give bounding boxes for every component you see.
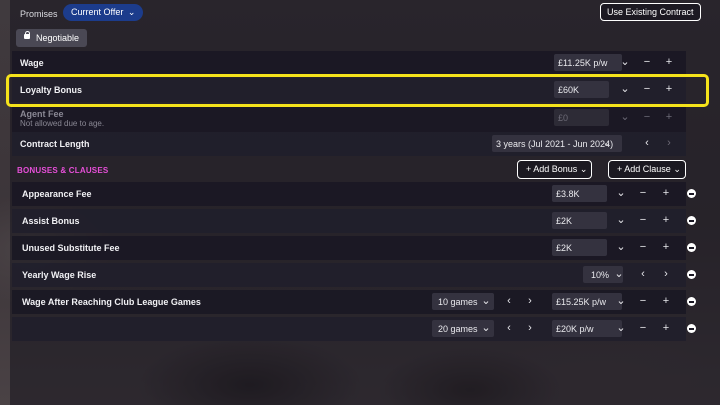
loyalty-decrease-button[interactable]: − xyxy=(638,81,656,98)
agent-fee-note: Not allowed due to age. xyxy=(20,119,105,128)
loyalty-bonus-row: Loyalty Bonus £60K ⌄ − + xyxy=(12,78,686,102)
appearance-fee-increase-button[interactable]: + xyxy=(657,185,675,202)
yearly-wage-rise-row: Yearly Wage Rise 10% ⌄ ‹ › xyxy=(12,263,686,287)
wage-tier-2-decrease-button[interactable]: − xyxy=(634,320,652,337)
wage-tier-1-chevron-icon[interactable]: ⌄ xyxy=(612,293,630,310)
wage-tier-1-value: £15.25K p/w xyxy=(556,297,607,307)
contract-length-prev-button[interactable]: ‹ xyxy=(638,135,656,152)
loyalty-dropdown-chevron-icon[interactable]: ⌄ xyxy=(616,81,634,98)
loyalty-bonus-input[interactable]: £60K xyxy=(554,81,609,98)
chevron-down-icon: ⌄ xyxy=(579,164,588,174)
add-bonus-button[interactable]: + Add Bonus ⌄ xyxy=(517,160,593,179)
appearance-fee-decrease-button[interactable]: − xyxy=(634,185,652,202)
wage-after-games-label: Wage After Reaching Club League Games xyxy=(22,297,201,307)
contract-length-label: Contract Length xyxy=(20,139,90,149)
wage-tier-2-value: £20K p/w xyxy=(556,324,594,334)
remove-unused-sub-fee-icon[interactable] xyxy=(687,243,696,252)
remove-yearly-wage-rise-icon[interactable] xyxy=(687,270,696,279)
games-tier-1-next-button[interactable]: › xyxy=(521,293,539,310)
unused-sub-fee-chevron-icon[interactable]: ⌄ xyxy=(612,239,630,256)
remove-appearance-fee-icon[interactable] xyxy=(687,189,696,198)
chevron-down-icon: ⌄ xyxy=(673,164,681,174)
assist-bonus-label: Assist Bonus xyxy=(22,216,80,226)
remove-wage-tier-2-icon[interactable] xyxy=(687,324,696,333)
agent-fee-chevron-icon: ⌄ xyxy=(620,111,630,123)
wage-dropdown-chevron-icon[interactable]: ⌄ xyxy=(616,54,634,71)
wage-increase-button[interactable]: + xyxy=(660,54,678,71)
assist-bonus-row: Assist Bonus £2K ⌄ − + xyxy=(12,209,686,233)
appearance-fee-value: £3.8K xyxy=(556,189,580,199)
agent-fee-value: £0 xyxy=(558,113,569,123)
loyalty-bonus-label: Loyalty Bonus xyxy=(20,85,83,95)
games-tier-2-prev-button[interactable]: ‹ xyxy=(500,320,518,337)
games-tier-2-chevron-icon[interactable]: ⌄ xyxy=(477,320,495,337)
assist-bonus-chevron-icon[interactable]: ⌄ xyxy=(612,212,630,229)
loyalty-bonus-value: £60K xyxy=(558,85,580,95)
wage-tier-1-decrease-button[interactable]: − xyxy=(634,293,652,310)
yearly-wage-rise-prev-button[interactable]: ‹ xyxy=(634,266,652,283)
unused-sub-fee-value: £2K xyxy=(556,243,573,253)
negotiable-tag[interactable]: Negotiable xyxy=(16,29,88,47)
loyalty-increase-button[interactable]: + xyxy=(660,81,678,98)
wage-row: Wage £11.25K p/w ⌄ − + xyxy=(12,51,686,75)
agent-fee-label: Agent Fee xyxy=(20,109,64,119)
add-clause-button[interactable]: + Add Clause ⌄ xyxy=(608,160,686,179)
games-tier-2-value: 20 games xyxy=(438,324,478,334)
games-tier-1-prev-button[interactable]: ‹ xyxy=(500,293,518,310)
agent-fee-increase-button: + xyxy=(665,111,673,123)
offer-dropdown-label: Current Offer xyxy=(71,7,124,17)
agent-fee-row: Agent Fee Not allowed due to age. £0 ⌄ −… xyxy=(12,106,686,132)
wage-after-games-row: Wage After Reaching Club League Games 10… xyxy=(12,290,686,314)
games-tier-2-next-button[interactable]: › xyxy=(521,320,539,337)
offer-dropdown[interactable]: Current Offer ⌄ xyxy=(63,4,144,21)
appearance-fee-input[interactable]: £3.8K xyxy=(552,185,607,202)
games-tier-1-value: 10 games xyxy=(438,297,478,307)
unused-sub-fee-decrease-button[interactable]: − xyxy=(634,239,652,256)
unused-sub-fee-label: Unused Substitute Fee xyxy=(22,243,120,253)
appearance-fee-chevron-icon[interactable]: ⌄ xyxy=(612,185,630,202)
assist-bonus-input[interactable]: £2K xyxy=(552,212,607,229)
agent-fee-decrease-button: − xyxy=(643,111,651,123)
unused-sub-fee-input[interactable]: £2K xyxy=(552,239,607,256)
wage-value: £11.25K p/w xyxy=(558,58,608,68)
assist-bonus-decrease-button[interactable]: − xyxy=(634,212,652,229)
games-tier-1-chevron-icon[interactable]: ⌄ xyxy=(477,293,495,310)
wage-after-games-tier-2-row: 20 games ⌄ ‹ › £20K p/w ⌄ − + xyxy=(12,317,686,341)
add-clause-label: + Add Clause xyxy=(617,164,671,174)
yearly-wage-rise-chevron-icon[interactable]: ⌄ xyxy=(610,266,628,283)
yearly-wage-rise-next-button[interactable]: › xyxy=(657,266,675,283)
yearly-wage-rise-label: Yearly Wage Rise xyxy=(22,270,97,280)
wage-decrease-button[interactable]: − xyxy=(638,54,656,71)
contract-length-next-button[interactable]: › xyxy=(660,135,678,152)
chevron-down-icon: ⌄ xyxy=(127,7,136,17)
contract-length-value: 3 years (Jul 2021 - Jun 2024) xyxy=(496,139,614,149)
unused-sub-fee-row: Unused Substitute Fee £2K ⌄ − + xyxy=(12,236,686,260)
bonuses-section-title: BONUSES & CLAUSES xyxy=(17,166,109,175)
use-existing-contract-button[interactable]: Use Existing Contract xyxy=(600,3,701,21)
unused-sub-fee-increase-button[interactable]: + xyxy=(657,239,675,256)
negotiable-label: Negotiable xyxy=(36,33,80,43)
remove-wage-tier-1-icon[interactable] xyxy=(687,297,696,306)
lock-shackle xyxy=(25,31,30,35)
appearance-fee-row: Appearance Fee £3.8K ⌄ − + xyxy=(12,182,686,206)
wage-tier-1-increase-button[interactable]: + xyxy=(657,293,675,310)
promises-label: Promises xyxy=(20,9,58,19)
contract-length-row: Contract Length 3 years (Jul 2021 - Jun … xyxy=(12,132,686,156)
wage-label: Wage xyxy=(20,58,44,68)
contract-length-chevron-icon[interactable]: ⌄ xyxy=(598,135,616,152)
add-bonus-label: + Add Bonus xyxy=(526,164,578,174)
agent-fee-input: £0 xyxy=(554,109,609,126)
remove-assist-bonus-icon[interactable] xyxy=(687,216,696,225)
yearly-wage-rise-value: 10% xyxy=(591,270,610,280)
wage-tier-2-chevron-icon[interactable]: ⌄ xyxy=(612,320,630,337)
wage-tier-2-increase-button[interactable]: + xyxy=(657,320,675,337)
appearance-fee-label: Appearance Fee xyxy=(22,189,92,199)
assist-bonus-value: £2K xyxy=(556,216,573,226)
assist-bonus-increase-button[interactable]: + xyxy=(657,212,675,229)
wage-input[interactable]: £11.25K p/w xyxy=(554,54,622,71)
